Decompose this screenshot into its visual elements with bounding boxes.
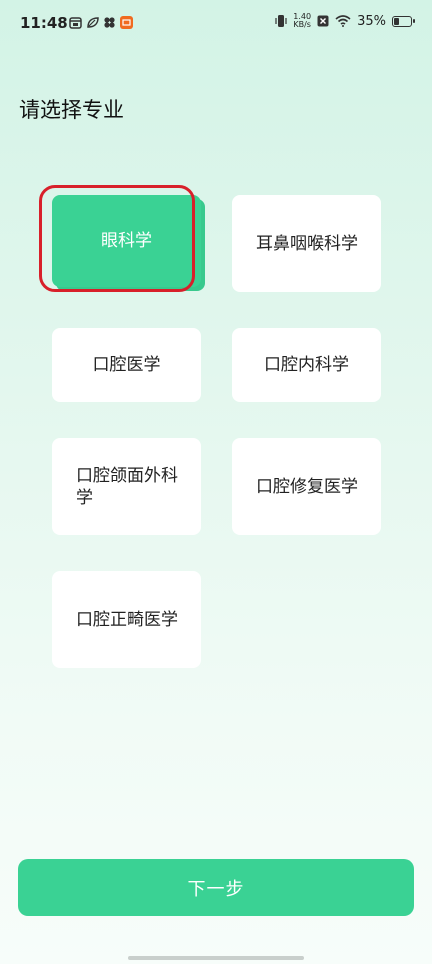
next-step-button[interactable]: 下一步 <box>18 859 414 916</box>
major-option-ophthalmology[interactable]: 眼科学 <box>52 195 201 287</box>
status-time: 11:48 <box>20 14 68 32</box>
major-option-label: 口腔颌面外科学 <box>76 465 178 508</box>
major-option-label: 口腔医学 <box>92 355 161 375</box>
major-option-oral-maxillofacial-surgery[interactable]: 口腔颌面外科学 <box>52 438 201 535</box>
close-box-icon <box>317 15 329 27</box>
wifi-icon <box>335 15 351 27</box>
major-option-stomatology[interactable]: 口腔医学 <box>52 328 201 402</box>
leaf-app-icon <box>87 17 99 28</box>
clover-app-icon <box>104 17 115 28</box>
status-bar: 11:48 1.40 KB/s 35% <box>0 0 432 48</box>
calendar-icon <box>69 17 82 29</box>
battery-level <box>394 17 400 25</box>
vibrate-icon <box>275 15 287 27</box>
major-option-ent[interactable]: 耳鼻咽喉科学 <box>232 195 381 292</box>
major-option-label: 眼科学 <box>101 231 152 251</box>
page-title: 请选择专业 <box>19 98 124 122</box>
home-indicator[interactable] <box>128 956 304 960</box>
major-option-orthodontics[interactable]: 口腔正畸医学 <box>52 571 201 668</box>
major-option-label: 口腔正畸医学 <box>76 609 178 630</box>
status-right: 1.40 KB/s 35% <box>275 13 415 29</box>
battery-percent: 35% <box>357 13 386 29</box>
notification-icons <box>69 16 133 29</box>
major-option-label: 耳鼻咽喉科学 <box>256 233 358 254</box>
major-option-label: 口腔内科学 <box>264 355 349 375</box>
network-speed: 1.40 KB/s <box>293 13 311 29</box>
taobao-app-icon <box>120 16 133 29</box>
major-option-label: 口腔修复医学 <box>256 476 358 497</box>
speed-unit: KB/s <box>293 20 311 29</box>
major-option-prosthodontics[interactable]: 口腔修复医学 <box>232 438 381 535</box>
battery-icon <box>392 15 415 27</box>
major-option-oral-medicine[interactable]: 口腔内科学 <box>232 328 381 402</box>
